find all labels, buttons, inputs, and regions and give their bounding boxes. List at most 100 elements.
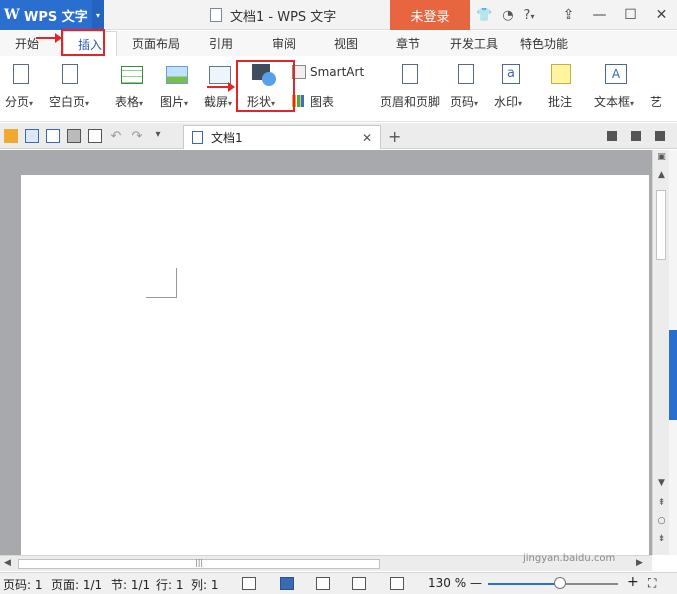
- upload-icon[interactable]: ⇪: [553, 7, 584, 23]
- status-section: 节: 1/1: [111, 578, 151, 592]
- close-button[interactable]: ✕: [646, 7, 677, 23]
- previous-page-icon[interactable]: ⇞: [653, 498, 670, 508]
- watermark-label: 水印: [494, 95, 519, 109]
- arrow-to-insert-tab: [36, 33, 62, 43]
- tab-right-tools: [607, 123, 665, 149]
- save-icon[interactable]: [25, 129, 39, 143]
- chevron-down-icon: ▾: [139, 99, 144, 108]
- screenshot-label: 截屏: [204, 95, 229, 109]
- vertical-scrollbar[interactable]: ▣ ▲ ▼ ⇞ ○ ⇟: [652, 150, 669, 555]
- document-workspace: [0, 150, 652, 555]
- fullscreen-view-icon[interactable]: [242, 577, 256, 590]
- chevron-down-icon: ▾: [530, 11, 535, 21]
- chevron-down-icon: ▾: [29, 99, 34, 108]
- shirt-icon[interactable]: 👕: [476, 8, 492, 23]
- status-pages: 页面: 1/1: [51, 578, 103, 592]
- page-view-icon[interactable]: [280, 577, 294, 590]
- blank-page-button[interactable]: 空白页▾: [49, 93, 89, 110]
- zoom-slider[interactable]: [488, 583, 618, 585]
- collapse-ribbon-icon[interactable]: [655, 131, 665, 141]
- next-page-icon[interactable]: ⇟: [653, 534, 670, 544]
- smartart-button[interactable]: SmartArt: [310, 65, 364, 79]
- quick-access-toolbar: ↶ ↷ ▾: [4, 123, 165, 149]
- close-tab-icon[interactable]: ✕: [362, 131, 380, 145]
- baidu-jingyan-watermark: Baid 经验 jingyan.baidu.com: [517, 525, 615, 564]
- scroll-left-icon[interactable]: ◀: [4, 558, 11, 568]
- art-text-button[interactable]: 艺: [650, 93, 662, 110]
- open-folder-icon[interactable]: [4, 129, 18, 143]
- zoom-in-button[interactable]: +: [627, 574, 639, 590]
- tab-view[interactable]: 视图: [334, 31, 358, 56]
- redo-icon[interactable]: ↷: [130, 129, 144, 144]
- login-button[interactable]: 未登录: [390, 0, 470, 30]
- screenshot-button[interactable]: 截屏▾: [204, 93, 232, 110]
- chevron-down-icon: ▾: [228, 99, 233, 108]
- page-number-button[interactable]: 页码▾: [450, 93, 478, 110]
- document-icon: [192, 131, 203, 144]
- tab-home[interactable]: 开始: [15, 31, 39, 56]
- blank-page-label: 空白页: [49, 95, 86, 109]
- minimize-button[interactable]: —: [584, 7, 615, 23]
- table-icon: [121, 66, 143, 84]
- window-title: 文档1 - WPS 文字: [210, 0, 336, 30]
- status-page[interactable]: 页码: 1: [3, 576, 43, 593]
- app-menu-button[interactable]: W WPS 文字 ▾: [0, 0, 104, 30]
- page-number-label: 页码: [450, 95, 475, 109]
- watermark-logo-text: Baid 经验: [517, 531, 606, 553]
- scroll-up-icon[interactable]: ▲: [653, 170, 670, 180]
- scroll-right-icon[interactable]: ▶: [636, 558, 643, 568]
- chart-button[interactable]: 图表: [310, 93, 334, 110]
- document-tab[interactable]: 文档1 ✕: [183, 125, 381, 149]
- web-view-icon[interactable]: [352, 577, 366, 590]
- document-tab-label: 文档1: [211, 131, 243, 145]
- pen-icon[interactable]: [607, 131, 617, 141]
- maximize-button[interactable]: ☐: [615, 7, 646, 23]
- browse-object-icon[interactable]: ○: [653, 516, 670, 526]
- table-button[interactable]: 表格▾: [115, 93, 143, 110]
- title-bar: W WPS 文字 ▾ 文档1 - WPS 文字 未登录 👕 ◔ ?▾ ⇪ — ☐…: [0, 0, 677, 30]
- status-row: 行: 1: [156, 578, 184, 592]
- watermark-url: jingyan.baidu.com: [523, 553, 616, 564]
- fit-window-icon[interactable]: ⛶: [648, 576, 656, 591]
- page-number-icon: [458, 64, 474, 84]
- chat-icon[interactable]: ◔: [502, 8, 513, 23]
- status-column: 列: 1: [191, 578, 219, 592]
- side-panel-handle[interactable]: [669, 330, 677, 420]
- textbox-icon: A: [605, 64, 627, 84]
- new-tab-button[interactable]: +: [388, 123, 401, 149]
- window-controls: ⇪ — ☐ ✕: [553, 0, 677, 30]
- tab-developer[interactable]: 开发工具: [450, 31, 498, 56]
- help-button[interactable]: ?▾: [524, 8, 535, 23]
- header-footer-button[interactable]: 页眉和页脚: [380, 93, 440, 110]
- zoom-slider-knob[interactable]: [553, 577, 566, 589]
- picture-icon: [166, 66, 188, 84]
- textbox-button[interactable]: 文本框▾: [594, 93, 634, 110]
- print-icon[interactable]: [67, 129, 81, 143]
- picture-button[interactable]: 图片▾: [160, 93, 188, 110]
- eye-protection-icon[interactable]: [390, 577, 404, 590]
- zoom-level[interactable]: 130 %: [428, 576, 466, 590]
- scroll-down-icon[interactable]: ▼: [653, 478, 670, 488]
- vertical-scroll-thumb[interactable]: [656, 190, 666, 260]
- tab-special-features[interactable]: 特色功能: [520, 31, 568, 56]
- outline-view-icon[interactable]: [316, 577, 330, 590]
- chevron-down-icon: ▾: [184, 99, 189, 108]
- comment-button[interactable]: 批注: [548, 93, 572, 110]
- watermark-button[interactable]: 水印▾: [494, 93, 522, 110]
- app-menu-caret-icon[interactable]: ▾: [92, 0, 104, 30]
- tab-review[interactable]: 审阅: [272, 31, 296, 56]
- document-page[interactable]: [21, 175, 649, 555]
- tab-page-layout[interactable]: 页面布局: [132, 31, 180, 56]
- export-pdf-icon[interactable]: [46, 129, 60, 143]
- print-preview-icon[interactable]: [88, 129, 102, 143]
- zoom-out-button[interactable]: —: [470, 576, 482, 590]
- customize-caret-icon[interactable]: ▾: [151, 129, 165, 143]
- tab-references[interactable]: 引用: [209, 31, 233, 56]
- display-icon[interactable]: [631, 131, 641, 141]
- zoom-slider-fill: [488, 583, 560, 585]
- split-view-icon[interactable]: ▣: [653, 152, 670, 162]
- tab-section[interactable]: 章节: [396, 31, 420, 56]
- title-tools: 👕 ◔ ?▾: [476, 0, 534, 30]
- page-break-button[interactable]: 分页▾: [5, 93, 33, 110]
- undo-icon[interactable]: ↶: [109, 129, 123, 144]
